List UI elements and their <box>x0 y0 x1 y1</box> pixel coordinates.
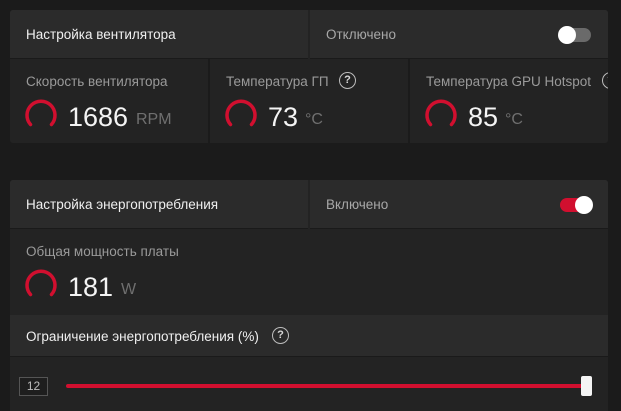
help-icon[interactable]: ? <box>339 72 356 89</box>
fan-panel: Настройка вентилятора Отключено Скорость… <box>10 10 608 143</box>
toggle-knob <box>575 196 593 214</box>
gpu-hotspot-value: 85 <box>468 102 499 132</box>
gpu-hotspot-metric: Температура GPU Hotspot ? 85 °C <box>410 61 608 143</box>
board-power-unit: W <box>121 281 137 298</box>
toggle-knob <box>558 26 576 44</box>
power-tuning-header: Настройка энергопотребления <box>10 180 308 229</box>
power-limit-header: Ограничение энергопотребления (%) ? <box>10 315 608 357</box>
fan-tuning-header: Настройка вентилятора <box>10 10 308 59</box>
power-limit-slider-track[interactable] <box>66 384 587 388</box>
fan-speed-label: Скорость вентилятора <box>26 74 168 89</box>
fan-tuning-toggle[interactable] <box>558 26 591 44</box>
board-power-label: Общая мощность платы <box>26 244 179 259</box>
power-limit-slider-thumb[interactable] <box>581 376 592 396</box>
fan-speed-gauge-icon <box>25 99 57 127</box>
power-tuning-status-cell: Включено <box>310 180 608 229</box>
gpu-temp-unit: °C <box>305 111 323 128</box>
help-icon[interactable]: ? <box>272 327 289 344</box>
power-limit-value-box[interactable]: 12 <box>19 377 48 396</box>
board-power-value: 181 <box>68 272 114 302</box>
gpu-temp-metric: Температура ГП ? 73 °C <box>210 61 408 143</box>
power-tuning-status: Включено <box>326 197 389 212</box>
fan-tuning-status: Отключено <box>326 27 396 42</box>
fan-tuning-title: Настройка вентилятора <box>26 27 176 42</box>
power-tuning-toggle[interactable] <box>560 196 593 214</box>
fan-speed-metric: Скорость вентилятора 1686 RPM <box>10 61 208 143</box>
fan-tuning-status-cell: Отключено <box>310 10 608 59</box>
fan-speed-value: 1686 <box>68 102 129 132</box>
board-power-gauge-icon <box>25 269 57 297</box>
gpu-temp-gauge-icon <box>225 99 257 127</box>
gpu-hotspot-unit: °C <box>505 111 523 128</box>
fan-speed-unit: RPM <box>136 111 172 128</box>
gpu-temp-label: Температура ГП <box>226 74 329 89</box>
board-power-metric: Общая мощность платы 181 W <box>10 231 608 315</box>
power-panel: Настройка энергопотребления Включено Общ… <box>10 180 608 411</box>
power-limit-slider-row: 12 <box>10 358 608 411</box>
gpu-hotspot-label: Температура GPU Hotspot <box>426 74 592 89</box>
power-limit-label: Ограничение энергопотребления (%) <box>26 329 259 344</box>
gpu-temp-value: 73 <box>268 102 299 132</box>
help-icon[interactable]: ? <box>602 72 608 89</box>
power-tuning-title: Настройка энергопотребления <box>26 197 219 212</box>
gpu-hotspot-gauge-icon <box>425 99 457 127</box>
